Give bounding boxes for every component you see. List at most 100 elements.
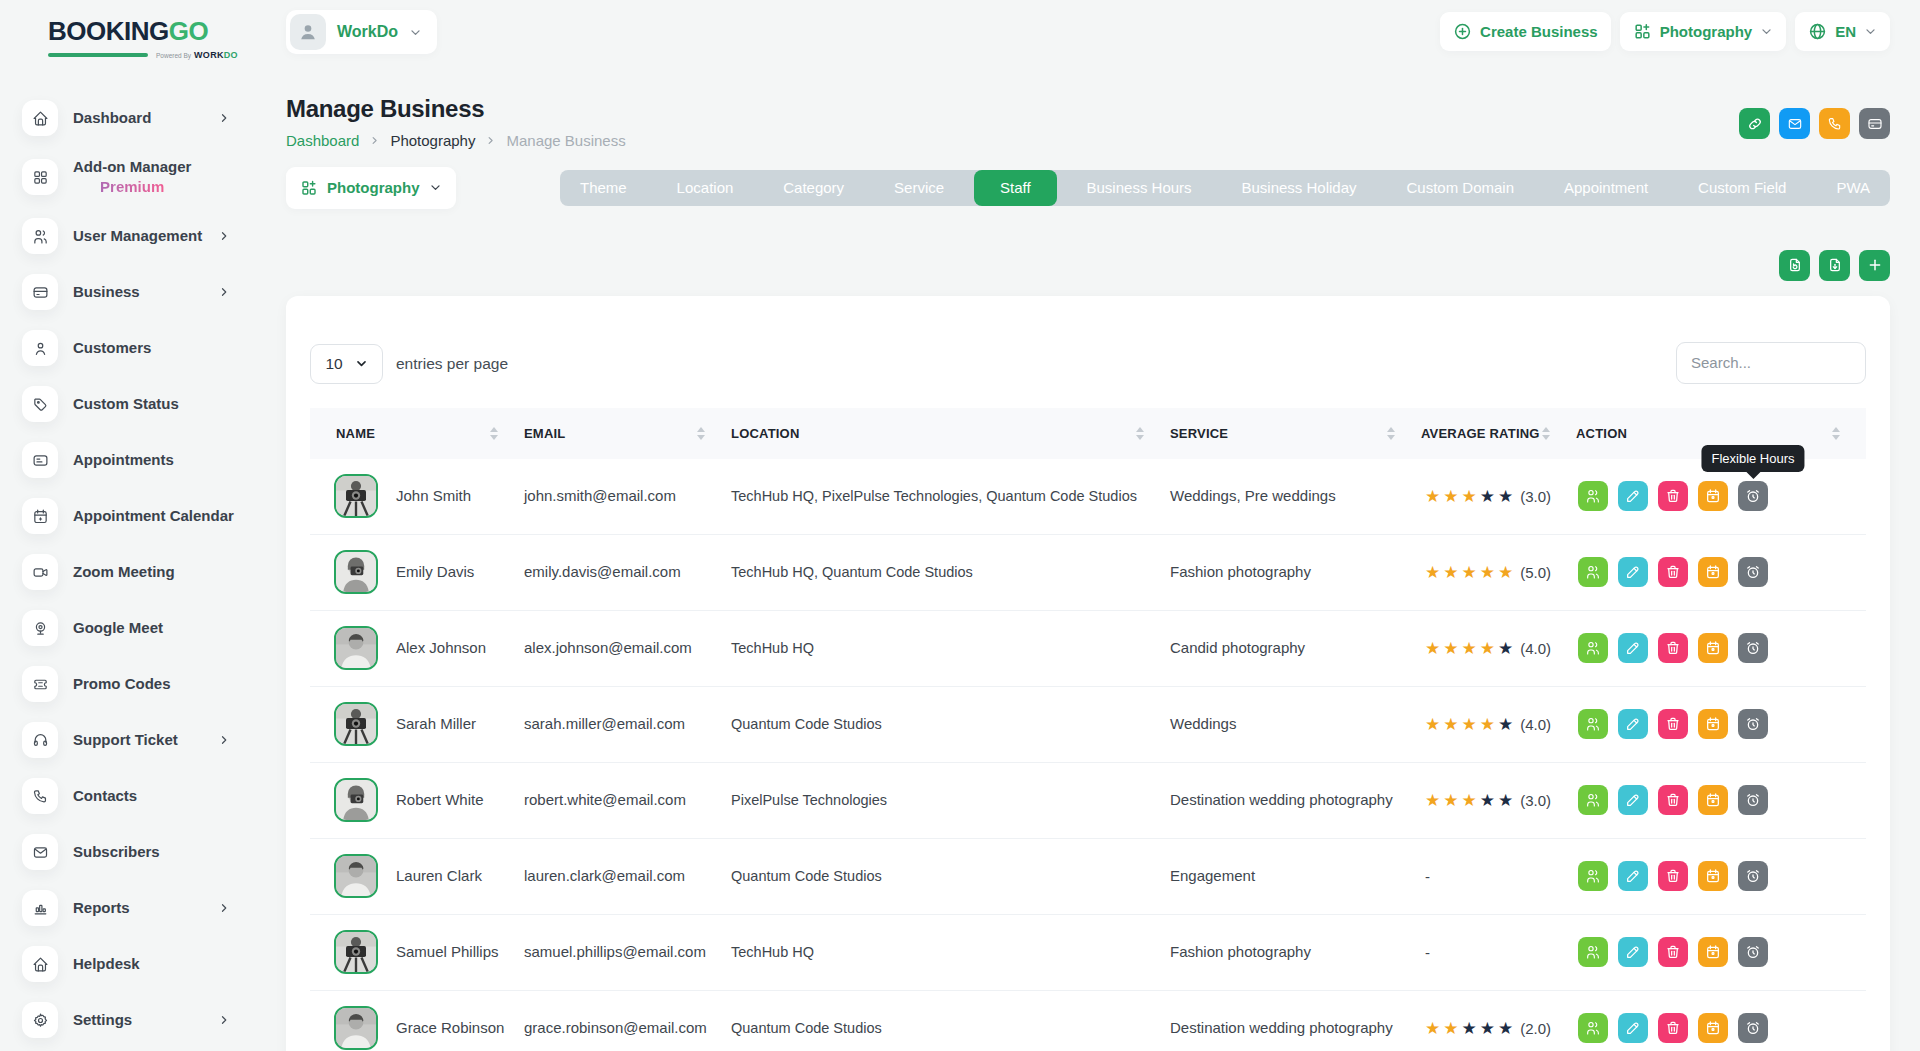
tab-category[interactable]: Category [763,170,864,206]
schedule-button[interactable] [1698,557,1728,587]
delete-button[interactable] [1658,1013,1688,1043]
sidebar-item-dashboard[interactable]: Dashboard [22,90,284,146]
staff-button[interactable] [1578,557,1608,587]
sidebar-item-label: Google Meet [73,618,163,638]
delete-button[interactable] [1658,557,1688,587]
alarm-icon [1745,640,1761,656]
edit-button[interactable] [1618,937,1648,967]
tab-theme[interactable]: Theme [560,170,647,206]
edit-button[interactable] [1618,633,1648,663]
sidebar-item-google-meet[interactable]: Google Meet [22,600,284,656]
sidebar-item-reports[interactable]: Reports [22,880,284,936]
delete-button[interactable] [1658,937,1688,967]
search-input[interactable] [1676,342,1866,384]
tab-service[interactable]: Service [874,170,964,206]
delete-button[interactable] [1658,709,1688,739]
delete-button[interactable] [1658,481,1688,511]
schedule-button[interactable] [1698,481,1728,511]
language-dropdown[interactable]: EN [1795,12,1890,51]
add-staff-button[interactable] [1859,250,1890,281]
workspace-selector[interactable]: WorkDo [286,10,437,54]
sidebar-item-zoom-meeting[interactable]: Zoom Meeting [22,544,284,600]
sidebar-item-support-ticket[interactable]: Support Ticket [22,712,284,768]
sidebar-item-customers[interactable]: Customers [22,320,284,376]
delete-button[interactable] [1658,861,1688,891]
schedule-button[interactable] [1698,1013,1728,1043]
breadcrumb-dashboard[interactable]: Dashboard [286,132,359,149]
sidebar-item-settings[interactable]: Settings [22,992,284,1048]
mail-button[interactable] [1779,108,1810,139]
tab-staff[interactable]: Staff [974,170,1057,206]
sidebar-item-add-on-manager[interactable]: Add-on ManagerPremium [22,146,284,208]
sidebar-item-helpdesk[interactable]: Helpdesk [22,936,284,992]
schedule-button[interactable] [1698,937,1728,967]
sidebar-item-subscribers[interactable]: Subscribers [22,824,284,880]
chevron-down-icon [429,181,442,194]
gear-icon [22,1002,58,1038]
export-button[interactable] [1819,250,1850,281]
flexible-hours-button[interactable] [1738,1013,1768,1043]
table-body: John Smith john.smith@email.com TechHub … [310,459,1866,1051]
tab-location[interactable]: Location [657,170,754,206]
sidebar-item-contacts[interactable]: Contacts [22,768,284,824]
business-type-dropdown[interactable]: Photography [1620,12,1787,51]
flexible-hours-button[interactable] [1738,709,1768,739]
tab-pwa[interactable]: PWA [1816,170,1890,206]
column-header-average-rating[interactable]: AVERAGE RATING [1417,426,1572,441]
staff-button[interactable] [1578,937,1608,967]
brand-logo[interactable]: BOOKINGGO Powered By WORKDO [48,16,210,60]
tab-appointment[interactable]: Appointment [1544,170,1668,206]
star-empty-icon: ★ [1498,488,1516,505]
edit-button[interactable] [1618,709,1648,739]
staff-button[interactable] [1578,709,1608,739]
flexible-hours-button[interactable] [1738,861,1768,891]
schedule-button[interactable] [1698,709,1728,739]
staff-button[interactable] [1578,481,1608,511]
call-button[interactable] [1819,108,1850,139]
sidebar-item-promo-codes[interactable]: Promo Codes [22,656,284,712]
schedule-button[interactable] [1698,633,1728,663]
edit-button[interactable] [1618,481,1648,511]
sidebar-item-business[interactable]: Business [22,264,284,320]
tab-business-hours[interactable]: Business Hours [1067,170,1212,206]
column-header-location[interactable]: LOCATION [727,426,1166,441]
column-header-action[interactable]: ACTION [1572,426,1866,441]
sidebar-item-custom-status[interactable]: Custom Status [22,376,284,432]
schedule-button[interactable] [1698,861,1728,891]
flexible-hours-button[interactable] [1738,937,1768,967]
tab-business-holiday[interactable]: Business Holiday [1221,170,1376,206]
staff-button[interactable] [1578,1013,1608,1043]
link-button[interactable] [1739,108,1770,139]
column-header-name[interactable]: NAME [310,426,520,441]
column-header-service[interactable]: SERVICE [1166,426,1417,441]
sidebar-item-appointments[interactable]: Appointments [22,432,284,488]
calendar-icon [22,498,58,534]
delete-button[interactable] [1658,785,1688,815]
sidebar-item-appointment-calendar[interactable]: Appointment Calendar [22,488,284,544]
flexible-hours-button[interactable] [1738,481,1768,511]
tab-custom-field[interactable]: Custom Field [1678,170,1806,206]
flexible-hours-button[interactable] [1738,633,1768,663]
breadcrumb-photography[interactable]: Photography [390,132,475,149]
sidebar-item-user-management[interactable]: User Management [22,208,284,264]
flexible-hours-button[interactable] [1738,785,1768,815]
edit-button[interactable] [1618,1013,1648,1043]
import-button[interactable] [1779,250,1810,281]
column-header-email[interactable]: EMAIL [520,426,727,441]
schedule-button[interactable] [1698,785,1728,815]
delete-button[interactable] [1658,633,1688,663]
pencil-icon [1625,564,1641,580]
edit-button[interactable] [1618,861,1648,891]
module-selector[interactable]: Photography [286,167,456,209]
staff-avatar-man-portrait [334,1006,378,1050]
edit-button[interactable] [1618,785,1648,815]
create-business-button[interactable]: Create Business [1440,12,1611,51]
staff-button[interactable] [1578,785,1608,815]
edit-button[interactable] [1618,557,1648,587]
staff-button[interactable] [1578,633,1608,663]
entries-select[interactable]: 10 [310,344,383,384]
payment-button[interactable] [1859,108,1890,139]
tab-custom-domain[interactable]: Custom Domain [1386,170,1534,206]
staff-button[interactable] [1578,861,1608,891]
flexible-hours-button[interactable] [1738,557,1768,587]
